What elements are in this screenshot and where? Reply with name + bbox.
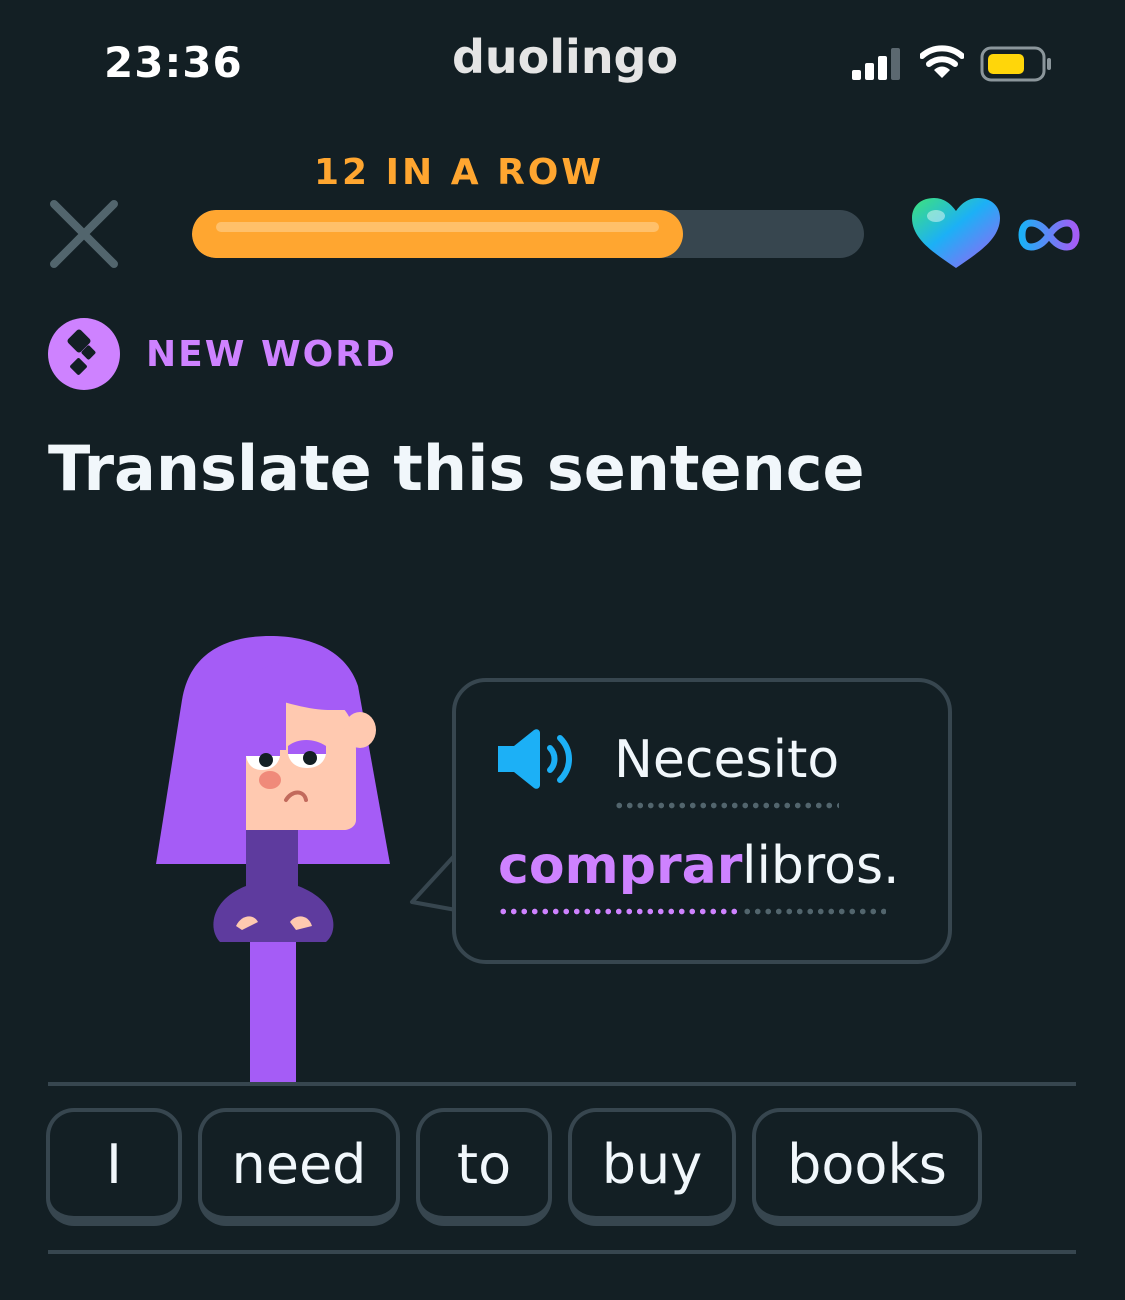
streak-label: 12 IN A ROW bbox=[314, 152, 605, 193]
progress-shine bbox=[216, 222, 659, 232]
word-tile[interactable]: books bbox=[752, 1108, 982, 1226]
word-hint-underline bbox=[742, 908, 886, 915]
battery-icon bbox=[980, 46, 1051, 82]
close-icon[interactable] bbox=[46, 196, 122, 272]
app-logo: duolingo bbox=[452, 30, 679, 84]
speech-bubble bbox=[452, 678, 952, 964]
word-tile[interactable]: to bbox=[416, 1108, 552, 1226]
word-tile[interactable]: need bbox=[198, 1108, 400, 1226]
answer-line bbox=[48, 1082, 1076, 1086]
sentence-word[interactable]: libros. bbox=[742, 836, 900, 915]
status-time: 23:36 bbox=[104, 38, 243, 87]
progress-fill bbox=[192, 210, 683, 258]
speaker-icon[interactable] bbox=[494, 724, 584, 794]
signal-icon bbox=[852, 48, 900, 80]
heart-icon[interactable] bbox=[910, 196, 1002, 272]
character-illustration bbox=[156, 636, 390, 1086]
word-tile[interactable]: I bbox=[46, 1108, 182, 1226]
status-bar: 23:36 duolingo bbox=[0, 0, 1125, 130]
wifi-icon bbox=[920, 45, 964, 78]
lesson-progress-bar bbox=[192, 210, 864, 258]
challenge-title: Translate this sentence bbox=[48, 432, 865, 505]
sentence-word-text: comprar bbox=[498, 836, 743, 896]
word-bank: I need to buy books bbox=[46, 1108, 982, 1240]
word-tile[interactable]: buy bbox=[568, 1108, 736, 1226]
sentence-word-new[interactable]: comprar bbox=[498, 836, 743, 915]
new-word-label: NEW WORD bbox=[146, 334, 397, 375]
word-hint-underline bbox=[498, 908, 743, 915]
answer-line bbox=[48, 1250, 1076, 1254]
infinity-icon bbox=[1018, 219, 1080, 251]
sentence-word-text: libros. bbox=[742, 836, 900, 896]
word-hint-underline bbox=[614, 802, 840, 809]
sentence-word-text: Necesito bbox=[614, 730, 840, 790]
sentence-word[interactable]: Necesito bbox=[614, 730, 840, 809]
new-word-icon bbox=[48, 318, 120, 390]
